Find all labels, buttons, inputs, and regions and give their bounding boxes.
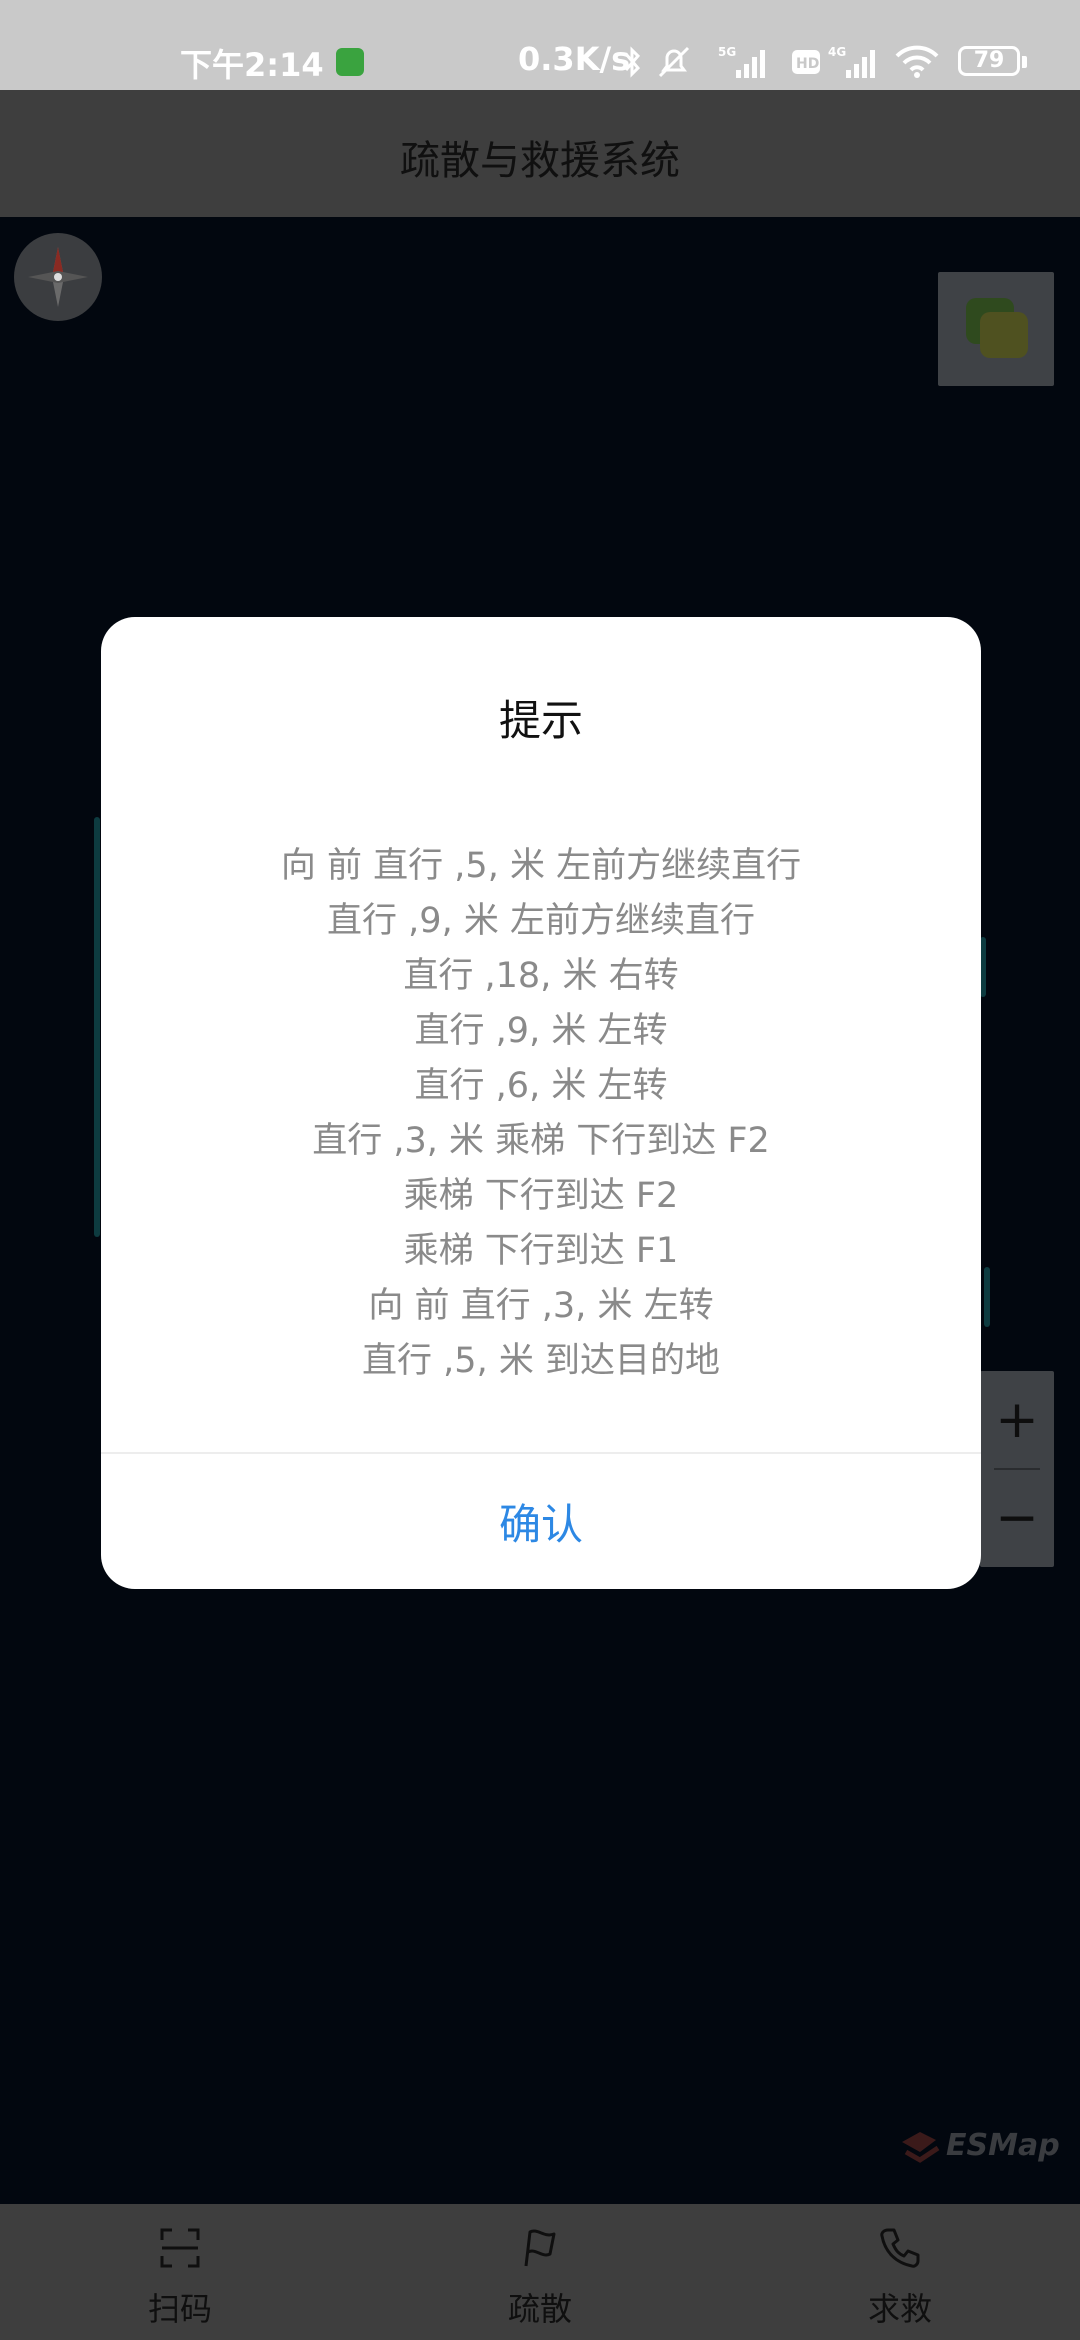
instruction-line: 直行 ,9, 米 左前方继续直行 xyxy=(327,901,755,941)
instruction-line: 直行 ,9, 米 左转 xyxy=(414,1011,668,1051)
instruction-line: 直行 ,6, 米 左转 xyxy=(414,1066,668,1106)
instruction-line: 向 前 直行 ,5, 米 左前方继续直行 xyxy=(280,846,802,886)
instruction-line: 直行 ,3, 米 乘梯 下行到达 F2 xyxy=(312,1121,770,1161)
instruction-line: 乘梯 下行到达 F1 xyxy=(403,1231,679,1271)
dialog-message: 向 前 直行 ,5, 米 左前方继续直行 直行 ,9, 米 左前方继续直行 直行… xyxy=(141,839,941,1389)
instruction-line: 乘梯 下行到达 F2 xyxy=(403,1176,679,1216)
screen: 下午2:14 0.3K/s 5G HD 4G 79 疏散与救援系统 + − ES… xyxy=(0,0,1080,2340)
route-instructions-dialog: 提示 向 前 直行 ,5, 米 左前方继续直行 直行 ,9, 米 左前方继续直行… xyxy=(101,617,981,1589)
instruction-line: 直行 ,18, 米 右转 xyxy=(403,956,679,996)
confirm-button[interactable]: 确认 xyxy=(101,1454,981,1589)
instruction-line: 向 前 直行 ,3, 米 左转 xyxy=(368,1286,714,1326)
dialog-title: 提示 xyxy=(498,696,583,745)
instruction-line: 直行 ,5, 米 到达目的地 xyxy=(362,1341,720,1381)
